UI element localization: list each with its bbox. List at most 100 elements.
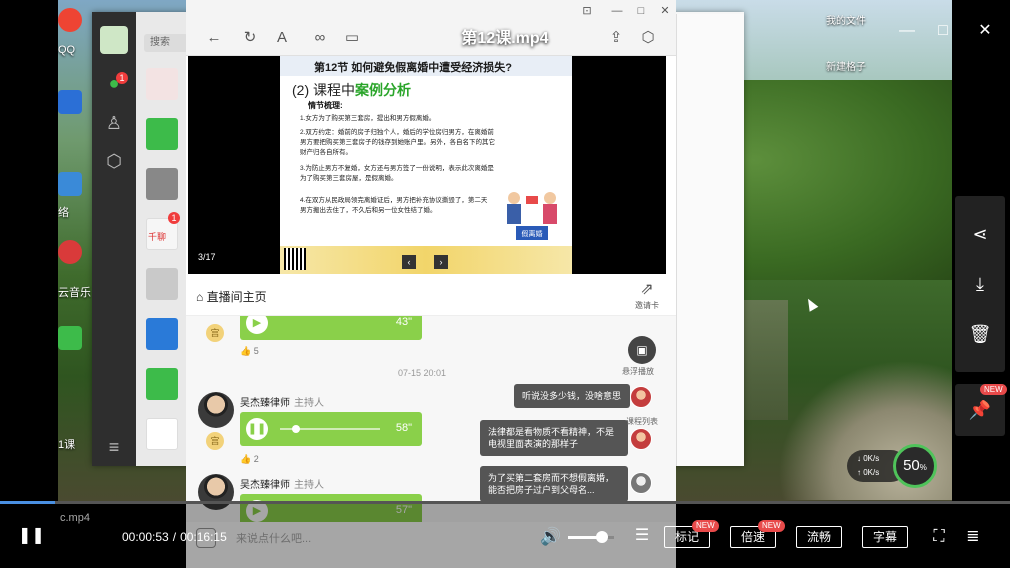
slide-subtitle: (2) 课程中案例分析 <box>292 80 411 100</box>
sender-role: 主持人 <box>294 398 324 409</box>
like-count[interactable]: 👍 5 <box>240 346 259 357</box>
cube-icon[interactable]: ⬡ <box>102 150 126 172</box>
fullscreen-icon[interactable]: ⛶ <box>928 526 950 548</box>
download-speed-value: 0K/s <box>863 454 880 463</box>
slide-heading: 情节梳理: <box>308 101 343 110</box>
speed-new-badge: NEW <box>758 520 785 532</box>
slide-subtitle-highlight: 案例分析 <box>355 82 411 98</box>
window-pin-icon[interactable]: ⊡ <box>580 4 594 18</box>
current-time: 00:00:53 <box>122 530 169 544</box>
slide-content: 第12节 如何避免假离婚中遭受经济损失? (2) 课程中案例分析 情节梳理: 1… <box>280 56 572 274</box>
invite-card-button[interactable]: ⇗ 邀请卡 <box>630 280 664 314</box>
share-icon[interactable]: ⋖ <box>968 222 992 246</box>
slide-line: 2.双方约定：婚前的房子归独个人，婚后的学位房归男方，在离婚前男方要把购买第三套… <box>300 129 495 156</box>
cpu-usage-value: 50 <box>903 457 920 474</box>
cat-contact-avatar[interactable] <box>146 268 178 300</box>
slide-title: 第12节 如何避免假离婚中遭受经济损失? <box>314 62 513 74</box>
contact-avatar[interactable] <box>146 418 178 450</box>
invite-card-label: 邀请卡 <box>635 301 659 310</box>
slide-prev-button[interactable]: ‹ <box>402 255 416 269</box>
qr-code <box>284 248 306 270</box>
illus-label: 假离婚 <box>522 229 543 238</box>
contacts-icon[interactable]: ♙ <box>102 112 126 134</box>
subtitle-button[interactable]: 字幕 <box>862 526 908 548</box>
chat-unread-badge: 1 <box>116 72 128 84</box>
time-separator: / <box>172 530 177 544</box>
voice-message[interactable]: ❚❚ 58" <box>240 412 422 446</box>
live-home-link[interactable]: ⌂ 直播间主页 <box>196 288 267 305</box>
download-icon[interactable]: ⤓ <box>968 272 992 296</box>
desktop-label-2: 云音乐 <box>58 287 91 299</box>
close-icon[interactable]: ✕ <box>974 20 996 42</box>
host-avatar[interactable] <box>198 392 234 428</box>
player-controls: ❚❚ 00:00:53/00:16:15 🔊 ☰ 标记 NEW 倍速 NEW 流… <box>0 504 1010 568</box>
slide-subtitle-prefix: (2) 课程中 <box>292 82 355 98</box>
voice-message[interactable]: ▶ 43" <box>240 316 422 340</box>
contact-avatar[interactable] <box>146 68 178 100</box>
upload-speed-value: 0K/s <box>863 468 880 477</box>
sender-name-text: 吴杰臻律师 <box>240 398 290 409</box>
chat-timestamp: 07-15 20:01 <box>398 368 447 378</box>
live-lesson-window: ⊡ — □ ✕ ← ↻ A ∞ ▭ ⇪ ⬡ 第12节 如何避免假离婚中遭受经济损… <box>186 0 676 568</box>
quality-button[interactable]: 流畅 <box>796 526 842 548</box>
mark-new-badge: NEW <box>692 520 719 532</box>
doc-contact-avatar[interactable] <box>146 318 178 350</box>
new-badge: NEW <box>980 384 1007 395</box>
desktop-label-3: 1课 <box>58 439 76 451</box>
cpu-usage-ring: 50% <box>893 444 937 488</box>
menu-icon[interactable]: ≡ <box>102 436 126 458</box>
menu-list-icon[interactable]: ≣ <box>962 526 984 548</box>
maximize-icon[interactable]: □ <box>932 20 954 42</box>
slide-page-number: 3/17 <box>198 252 216 262</box>
side-tool-panel: ⋖ ⤓ 🗑 <box>955 196 1005 372</box>
audience-bubble: 听说没多少钱，没啥意思 <box>514 384 630 408</box>
slide-next-button[interactable]: › <box>434 255 448 269</box>
audience-bubble: 法律都是看物质不看精神，不是电视里面表演的那样子 <box>480 420 628 456</box>
float-play-button[interactable]: ▣ <box>628 336 656 364</box>
slide-line: 4.在双方从民政局领完离婚证后，男方把补充协议撕毁了，第二天男方搬出去住了，不久… <box>300 197 488 214</box>
slide-bottom-strip <box>280 246 572 274</box>
contact-avatar[interactable] <box>146 168 178 200</box>
window-close-icon[interactable]: ✕ <box>658 4 672 18</box>
play-icon[interactable]: ▶ <box>246 316 268 334</box>
time-display: 00:00:53/00:16:15 <box>122 530 227 544</box>
folder-contact-avatar[interactable] <box>146 118 178 150</box>
video-title: 第12课.mp4 <box>461 30 549 47</box>
voice-duration: 58" <box>395 422 412 434</box>
download-speed: ↓ 0K/s <box>857 454 880 463</box>
contact-unread-badge: 1 <box>168 212 180 224</box>
desktop-app-icon <box>58 90 82 114</box>
netease-music-icon <box>58 240 82 264</box>
desktop-label-1: 络 <box>58 207 69 219</box>
sender-name: 吴杰臻律师 主持人 <box>240 394 324 409</box>
volume-fill <box>568 536 598 539</box>
audience-avatar[interactable] <box>630 472 652 494</box>
audience-avatar[interactable] <box>630 386 652 408</box>
slide-line: 1.女方为了购买第三套房，提出和男方假离婚。 <box>300 115 436 122</box>
chat-feed[interactable]: ▶ 43" 宫 👍 5 07-15 20:01 宫 吴杰臻律师 主持人 ❚❚ 58… <box>186 316 676 522</box>
minimize-icon[interactable]: — <box>896 20 918 42</box>
window-maximize-icon[interactable]: □ <box>634 4 648 18</box>
window-minimize-icon[interactable]: — <box>610 4 624 18</box>
voice-knob[interactable] <box>292 425 300 433</box>
slide-line: 3.为防止男方不复婚，女方还与男方签了一份说明，表示此次离婚是为了购买第三套房屋… <box>300 165 494 182</box>
playlist-icon[interactable]: ☰ <box>632 526 652 546</box>
video-player: QQ 络 云音乐 1课 c.mp4 我的文件 新建格子 ● 1 ♙ ⬡ ≡ 1 … <box>0 0 1010 568</box>
delete-icon[interactable]: 🗑 <box>968 322 992 346</box>
qianliao-label: 千聊 <box>148 232 167 242</box>
total-time: 00:16:15 <box>180 530 227 544</box>
ppt-slide[interactable]: 第12节 如何避免假离婚中遭受经济损失? (2) 课程中案例分析 情节梳理: 1… <box>188 56 666 274</box>
wechat-contact-avatar[interactable] <box>146 368 178 400</box>
like-count[interactable]: 👍 2 <box>240 454 259 465</box>
qq-chat-list: 1 千聊 <box>136 12 188 466</box>
pause-icon[interactable]: ❚❚ <box>246 418 268 440</box>
voice-duration: 43" <box>395 316 412 328</box>
pin-icon[interactable]: 📌 <box>968 398 992 422</box>
volume-icon[interactable]: 🔊 <box>540 526 562 548</box>
qq-sidebar: ● 1 ♙ ⬡ ≡ <box>92 12 136 466</box>
pause-button[interactable]: ❚❚ <box>18 526 45 546</box>
wechat-icon <box>58 326 82 350</box>
cpu-usage-unit: % <box>919 463 927 472</box>
audience-avatar[interactable] <box>630 428 652 450</box>
volume-knob[interactable] <box>596 531 608 543</box>
